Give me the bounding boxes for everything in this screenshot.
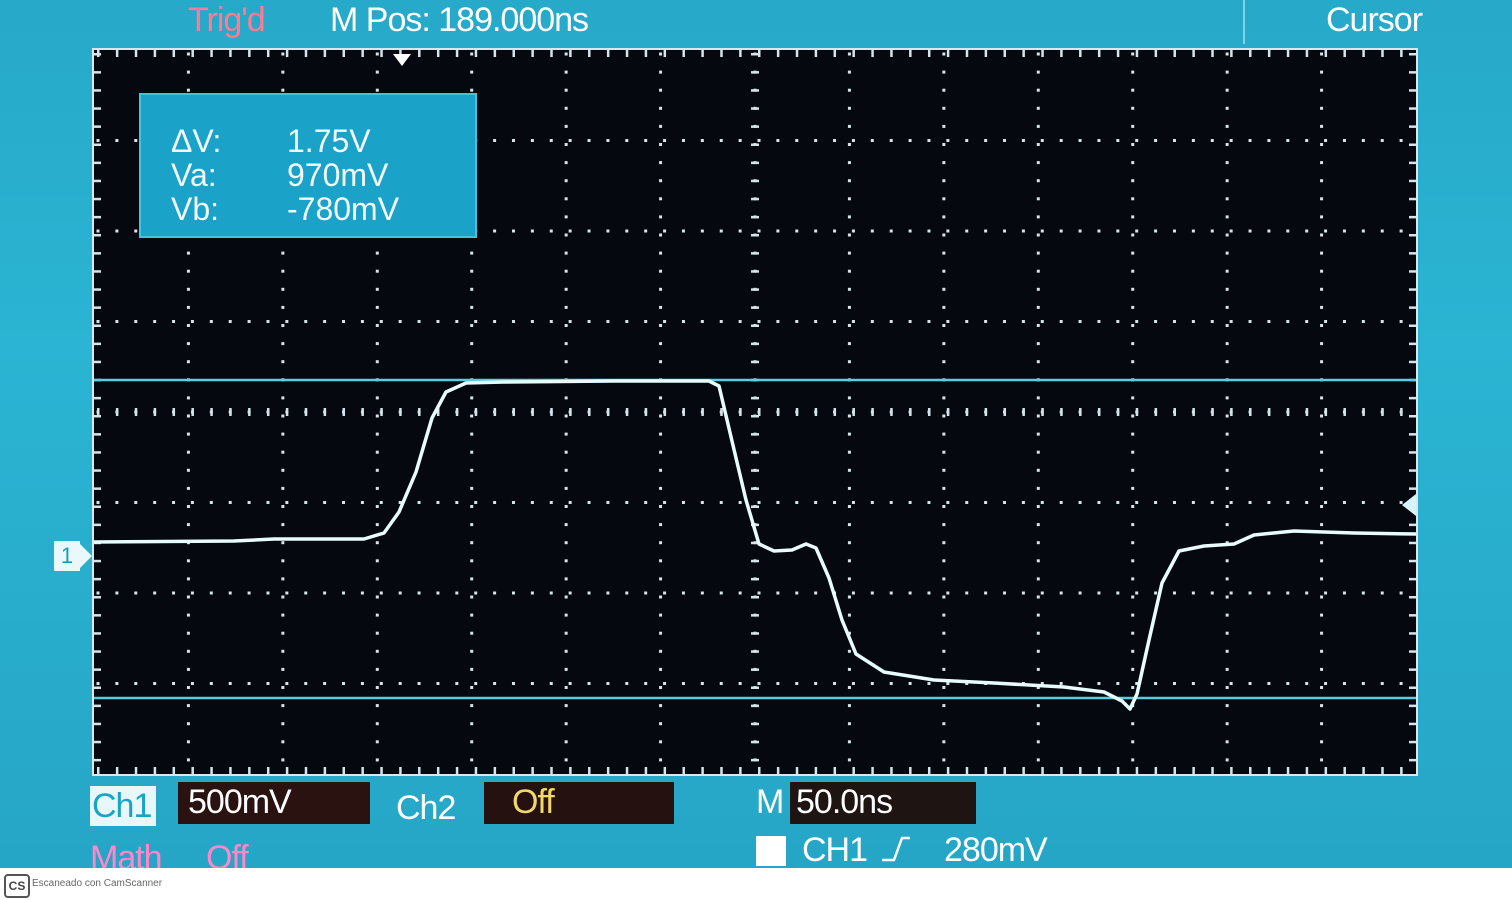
ch1-waveform-trace [94,379,1416,711]
ch2-tag[interactable]: Ch2 [396,788,466,828]
ch1-tag[interactable]: Ch1 [90,786,156,826]
header-divider [1243,0,1245,44]
delta-v-value: 1.75V [287,123,371,159]
camscanner-logo: CS [4,874,30,898]
m-pos-marker-icon [393,54,411,66]
ch1-ground-marker: 1 [54,541,92,571]
cursor-readout-panel: ΔV: 1.75V Va: 970mV Vb: -780mV [139,93,477,238]
trigger-level-marker-icon [1402,494,1416,516]
trigger-source: CH1 [802,831,868,869]
ch1-volts-per-div: 500mV [178,782,370,824]
timebase-value: 50.0ns [790,782,976,824]
trigger-indicator-icon [756,836,786,866]
vb-value: -780mV [287,191,400,227]
trigger-status: Trig'd [188,1,266,39]
timebase-tag: M [756,783,784,821]
trigger-level: 280mV [944,831,1048,869]
delta-v-label: ΔV: [171,123,222,159]
ch2-state: Off [484,782,674,824]
va-label: Va: [171,157,217,193]
vb-label: Vb: [171,191,220,227]
camscanner-watermark: Escaneado con CamScanner [32,878,163,889]
menu-title-cursor[interactable]: Cursor [1326,0,1423,44]
m-pos-readout: M Pos: 189.000ns [330,1,589,39]
scan-footer: CS Escaneado con CamScanner [0,868,1512,900]
va-value: 970mV [287,157,389,193]
